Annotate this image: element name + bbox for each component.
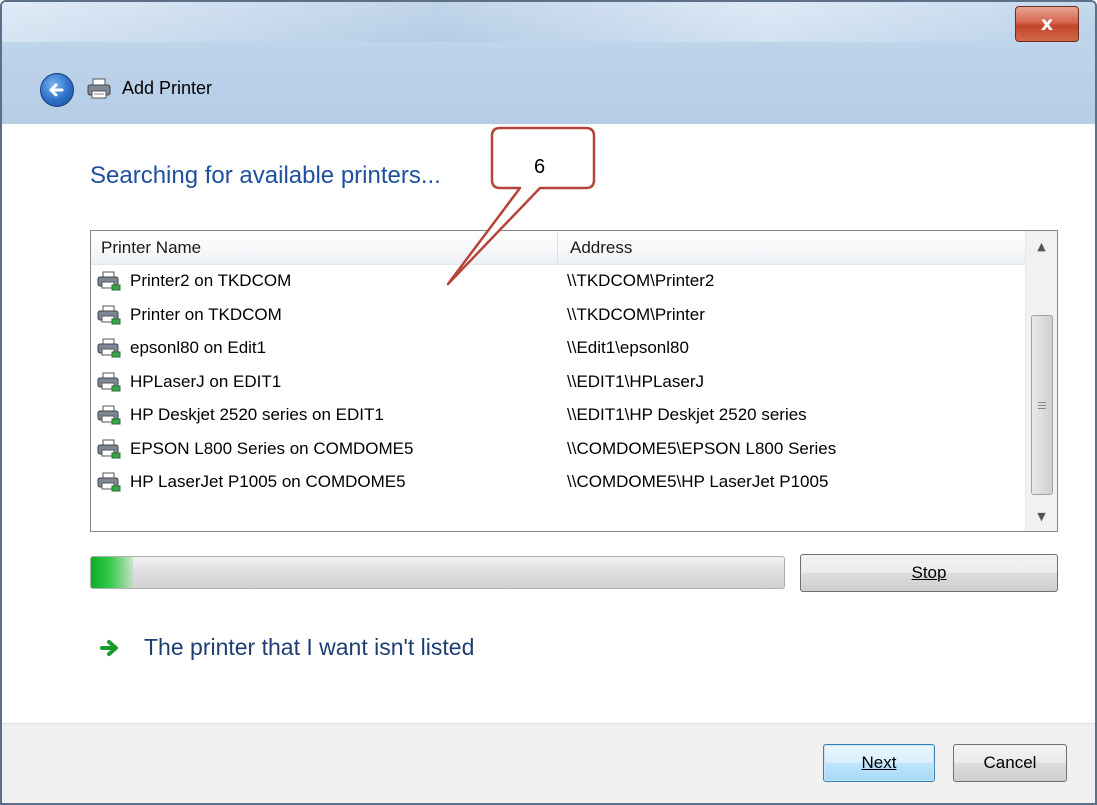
printer-icon (87, 78, 111, 99)
window-title: Add Printer (122, 78, 213, 98)
page-heading: Searching for available printers... (90, 162, 441, 189)
printer-address: \\EDIT1\HPLaserJ (567, 371, 704, 391)
printer-name: HPLaserJ on EDIT1 (130, 371, 282, 391)
printer-address: \\EDIT1\HP Deskjet 2520 series (567, 405, 807, 424)
back-arrow-icon (49, 83, 64, 97)
scroll-down-button[interactable]: ▼ (1026, 501, 1057, 531)
wizard-footer: Next Cancel (2, 723, 1095, 803)
network-printer-icon (97, 439, 121, 458)
scroll-up-button[interactable]: ▲ (1026, 231, 1057, 261)
column-header-printer-name[interactable]: Printer Name (101, 238, 201, 258)
add-printer-window: x Add Printer Searching for available pr… (0, 0, 1097, 805)
table-row[interactable]: EPSON L800 Series on COMDOME5 \\COMDOME5\… (91, 433, 1026, 467)
scroll-down-icon: ▼ (1037, 509, 1046, 523)
title-bar-glass (2, 2, 1095, 42)
callout-annotation (446, 126, 596, 286)
next-button[interactable]: Next (823, 744, 935, 782)
cancel-button[interactable]: Cancel (953, 744, 1067, 782)
vertical-scrollbar[interactable]: ▲ ▼ (1025, 231, 1057, 531)
printer-name: EPSON L800 Series on COMDOME5 (130, 438, 414, 458)
network-printer-icon (97, 305, 121, 324)
stop-button-label: Stop (911, 563, 947, 582)
grip-icon (1038, 401, 1046, 409)
table-row[interactable]: HPLaserJ on EDIT1 \\EDIT1\HPLaserJ (91, 366, 1026, 400)
network-printer-icon (97, 405, 121, 425)
printer-address: \\COMDOME5\HP LaserJet P1005 (567, 472, 829, 491)
callout-label: 6 (534, 156, 546, 178)
printer-name: Printer on TKDCOM (130, 304, 282, 324)
close-icon: x (1040, 12, 1054, 35)
printer-name: HP LaserJet P1005 on COMDOME5 (130, 472, 406, 491)
printer-address: \\TKDCOM\Printer (567, 304, 705, 324)
back-button[interactable] (40, 73, 74, 107)
close-button[interactable]: x (1015, 6, 1079, 42)
printer-name: epsonl80 on Edit1 (130, 338, 267, 357)
table-row[interactable]: HP Deskjet 2520 series on EDIT1 \\EDIT1\H… (91, 399, 1026, 433)
network-printer-icon (97, 472, 121, 492)
progress-fill (91, 557, 133, 588)
table-row[interactable]: epsonl80 on Edit1 \\Edit1\epsonl80 (91, 332, 1026, 366)
stop-button[interactable]: Stop (800, 554, 1058, 592)
printer-name: Printer2 on TKDCOM (130, 271, 292, 290)
network-printer-icon (97, 338, 121, 358)
title-bar: x Add Printer (2, 2, 1095, 124)
printer-address: \\Edit1\epsonl80 (567, 338, 689, 357)
network-printer-icon (97, 372, 121, 391)
search-progress-bar (90, 556, 785, 589)
printer-address: \\COMDOME5\EPSON L800 Series (567, 438, 837, 458)
printer-name: HP Deskjet 2520 series on EDIT1 (130, 405, 384, 424)
table-row[interactable]: Printer on TKDCOM \\TKDCOM\Printer (91, 299, 1026, 333)
green-arrow-icon (100, 639, 118, 656)
not-listed-link-text[interactable]: The printer that I want isn't listed (144, 634, 474, 661)
not-listed-link[interactable]: The printer that I want isn't listed (100, 634, 474, 661)
network-printer-icon (97, 271, 121, 291)
scroll-thumb[interactable] (1031, 315, 1053, 495)
next-button-label: Next (861, 753, 897, 772)
printer-rows: Printer2 on TKDCOM \\TKDCOM\Printer2 Print… (91, 265, 1026, 500)
table-row[interactable]: HP LaserJet P1005 on COMDOME5 \\COMDOME5\… (91, 466, 1026, 500)
scroll-up-icon: ▲ (1037, 239, 1046, 253)
cancel-button-label: Cancel (983, 753, 1037, 772)
